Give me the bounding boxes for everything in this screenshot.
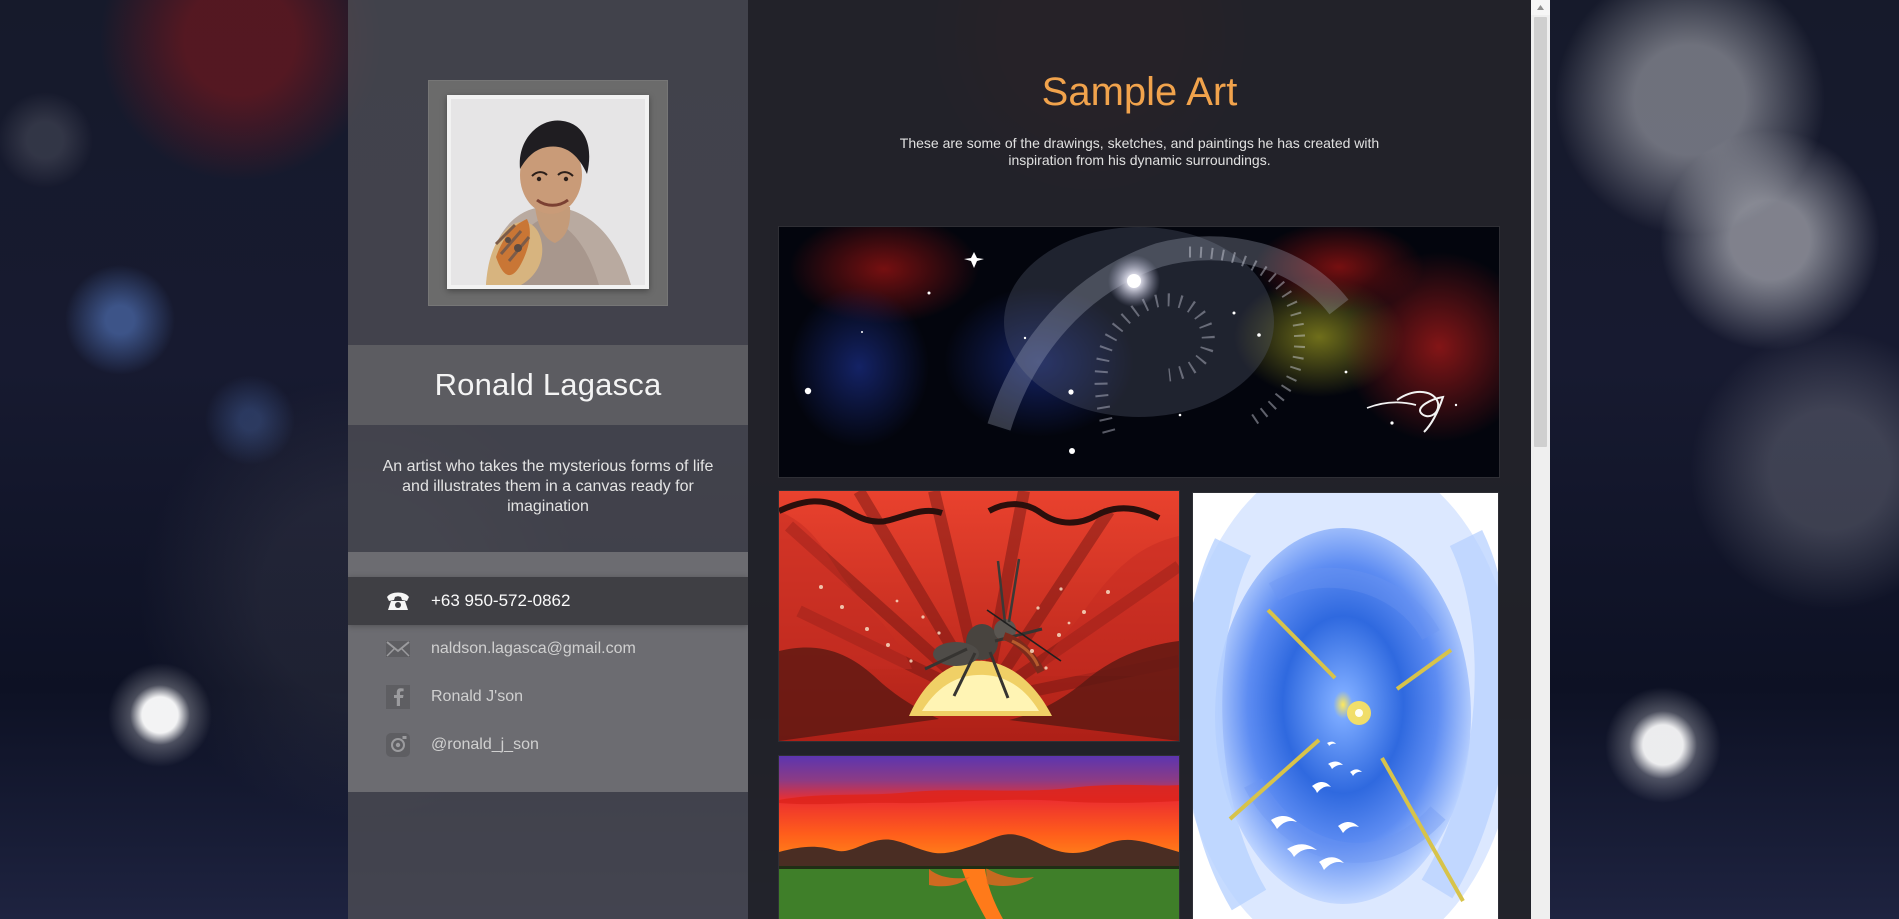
ant-violinist-artwork-image (779, 491, 1179, 741)
galaxy-artwork-image (779, 227, 1499, 477)
contact-email-text: naldson.lagasca@gmail.com (431, 640, 636, 657)
contact-facebook-text: Ronald J'son (431, 688, 523, 705)
scroll-up-button[interactable] (1531, 0, 1550, 15)
profile-name-band: Ronald Lagasca (348, 345, 748, 425)
page-subtitle: These are some of the drawings, sketches… (899, 135, 1380, 168)
contact-item-email[interactable]: naldson.lagasca@gmail.com (348, 625, 748, 673)
mail-icon (383, 634, 413, 664)
galaxy-artwork[interactable] (779, 227, 1499, 477)
sunset-artwork-image (779, 756, 1179, 919)
contact-item-phone[interactable]: +63 950-572-0862 (348, 577, 748, 625)
vertical-scrollbar[interactable] (1531, 0, 1550, 919)
profile-portrait-illustration (451, 99, 645, 285)
sunset-artwork[interactable] (779, 756, 1179, 919)
blue-vortex-artwork-image (1193, 493, 1498, 919)
profile-bio: An artist who takes the mysterious forms… (382, 458, 714, 515)
instagram-icon (383, 730, 413, 760)
contact-phone-text: +63 950-572-0862 (431, 591, 571, 610)
facebook-icon (383, 682, 413, 712)
profile-photo-card (447, 95, 649, 289)
contact-item-instagram[interactable]: @ronald_j_son (348, 721, 748, 769)
profile-sidebar: Ronald Lagasca An artist who takes the m… (348, 0, 748, 919)
contact-instagram-text: @ronald_j_son (431, 736, 539, 753)
ant-violinist-artwork[interactable] (779, 491, 1179, 741)
profile-photo (451, 99, 645, 285)
blue-vortex-artwork[interactable] (1193, 493, 1498, 919)
sample-art-panel: Sample Art These are some of the drawing… (748, 0, 1531, 919)
chevron-up-icon (1537, 5, 1544, 10)
phone-icon (383, 586, 413, 616)
profile-name: Ronald Lagasca (434, 367, 662, 402)
profile-photo-frame (428, 80, 668, 306)
contact-item-facebook[interactable]: Ronald J'son (348, 673, 748, 721)
scroll-thumb[interactable] (1534, 17, 1547, 447)
page-title: Sample Art (1041, 70, 1238, 114)
contact-panel: +63 950-572-0862 naldson.lagasca@gmail.c… (348, 552, 748, 792)
